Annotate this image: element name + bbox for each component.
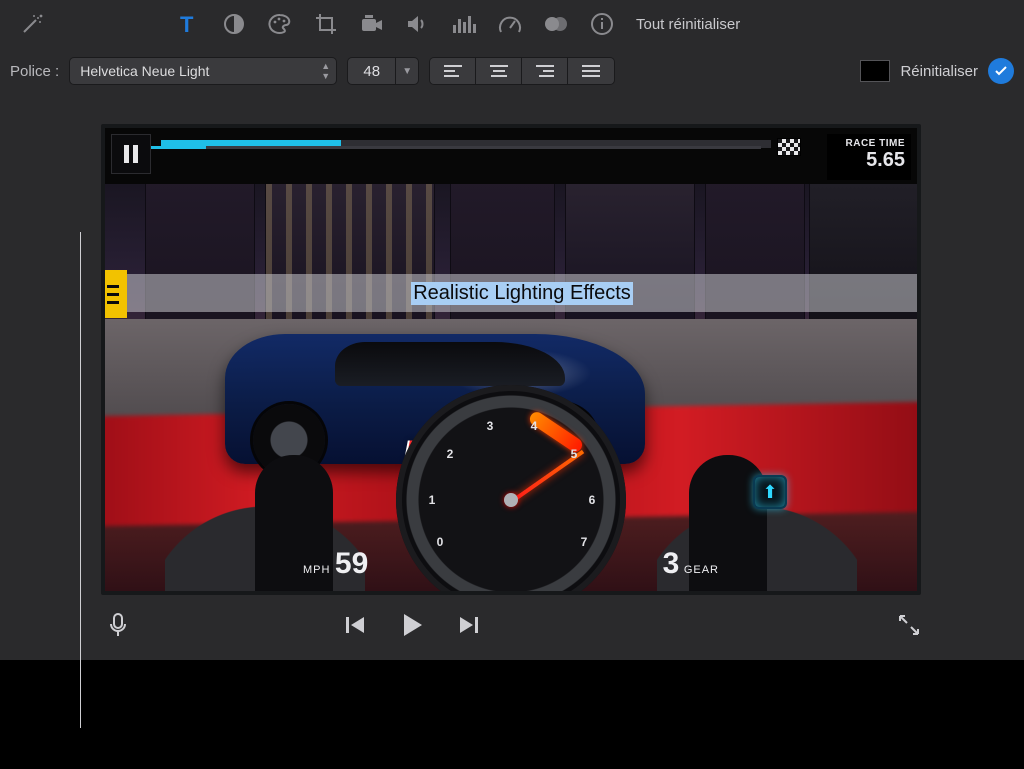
volume-tool-icon[interactable] [398, 4, 438, 44]
gauge-num-0: 0 [430, 535, 450, 549]
align-justify-button[interactable] [568, 58, 614, 84]
prev-frame-button[interactable] [344, 615, 366, 635]
stepper-caret-icon: ▲▼ [321, 61, 330, 81]
callout-line [80, 232, 81, 728]
confirm-check-button[interactable] [988, 58, 1014, 84]
title-overlay-band[interactable]: Realistic Lighting Effects [127, 274, 917, 312]
voiceover-mic-icon[interactable] [101, 612, 135, 638]
align-center-button[interactable] [476, 58, 522, 84]
gauge-num-4: 4 [524, 419, 544, 433]
info-icon[interactable] [582, 4, 622, 44]
gear-display: 3 GEAR [663, 547, 719, 581]
gauge-num-1: 1 [422, 493, 442, 507]
reset-all-button[interactable]: Tout réinitialiser [636, 16, 740, 33]
gauge-num-5: 5 [564, 447, 584, 461]
speed-display: MPH 59 [303, 547, 368, 581]
contrast-tool-icon[interactable] [214, 4, 254, 44]
transport-bar [101, 600, 921, 650]
title-options-row: Police : Helvetica Neue Light ▲▼ 48 ▼ Ré… [0, 48, 1024, 94]
dashboard-cluster: MPH 59 3 GEAR ⬆ 0 1 2 3 4 5 [105, 435, 917, 591]
title-drag-handle[interactable] [105, 270, 127, 318]
next-frame-button[interactable] [458, 615, 480, 635]
preview-viewer: RACE TIME 5.65 Realistic Lighting Effect… [101, 124, 921, 595]
race-time-display: RACE TIME 5.65 [827, 134, 911, 180]
color-palette-icon[interactable] [260, 4, 300, 44]
gauge-num-3: 3 [480, 419, 500, 433]
font-family-select[interactable]: Helvetica Neue Light ▲▼ [69, 57, 337, 85]
fullscreen-icon[interactable] [897, 613, 921, 637]
align-right-button[interactable] [522, 58, 568, 84]
speed-label: MPH [303, 564, 330, 576]
text-align-group [429, 57, 615, 85]
gauge-num-7: 7 [574, 535, 594, 549]
font-label: Police : [10, 63, 59, 80]
titles-tool-icon[interactable]: T [168, 4, 208, 44]
gear-label: GEAR [684, 564, 719, 576]
magic-wand-icon[interactable] [12, 4, 52, 44]
pause-icon [111, 134, 151, 174]
font-size-dropdown-icon[interactable]: ▼ [395, 57, 419, 85]
align-left-button[interactable] [430, 58, 476, 84]
svg-text:T: T [180, 12, 194, 37]
equalizer-icon[interactable] [444, 4, 484, 44]
race-time-label: RACE TIME [833, 138, 905, 149]
reinitialize-button[interactable]: Réinitialiser [900, 63, 978, 80]
play-button[interactable] [400, 612, 424, 638]
font-family-value: Helvetica Neue Light [80, 63, 209, 79]
gauge-num-2: 2 [440, 447, 460, 461]
checkered-flag-icon [777, 138, 801, 156]
text-color-swatch[interactable] [860, 60, 890, 82]
title-overlay-text[interactable]: Realistic Lighting Effects [411, 282, 633, 305]
overlap-circles-icon[interactable] [536, 4, 576, 44]
playback-controls [344, 612, 480, 638]
font-size-value[interactable]: 48 [347, 57, 395, 85]
speed-value: 59 [335, 547, 368, 580]
font-size-control[interactable]: 48 ▼ [347, 57, 419, 85]
shift-up-icon: ⬆ [753, 475, 787, 509]
gear-value: 3 [663, 547, 680, 580]
crop-tool-icon[interactable] [306, 4, 346, 44]
game-scene: Realistic Lighting Effects LATE SHIFT MP… [105, 184, 917, 591]
tools-toolbar: T Tout réinitialiser [0, 0, 1024, 48]
race-time-value: 5.65 [833, 149, 905, 172]
gauge-num-6: 6 [582, 493, 602, 507]
stabilize-camera-icon[interactable] [352, 4, 392, 44]
game-hud-top: RACE TIME 5.65 [105, 128, 917, 184]
speed-gauge-icon[interactable] [490, 4, 530, 44]
